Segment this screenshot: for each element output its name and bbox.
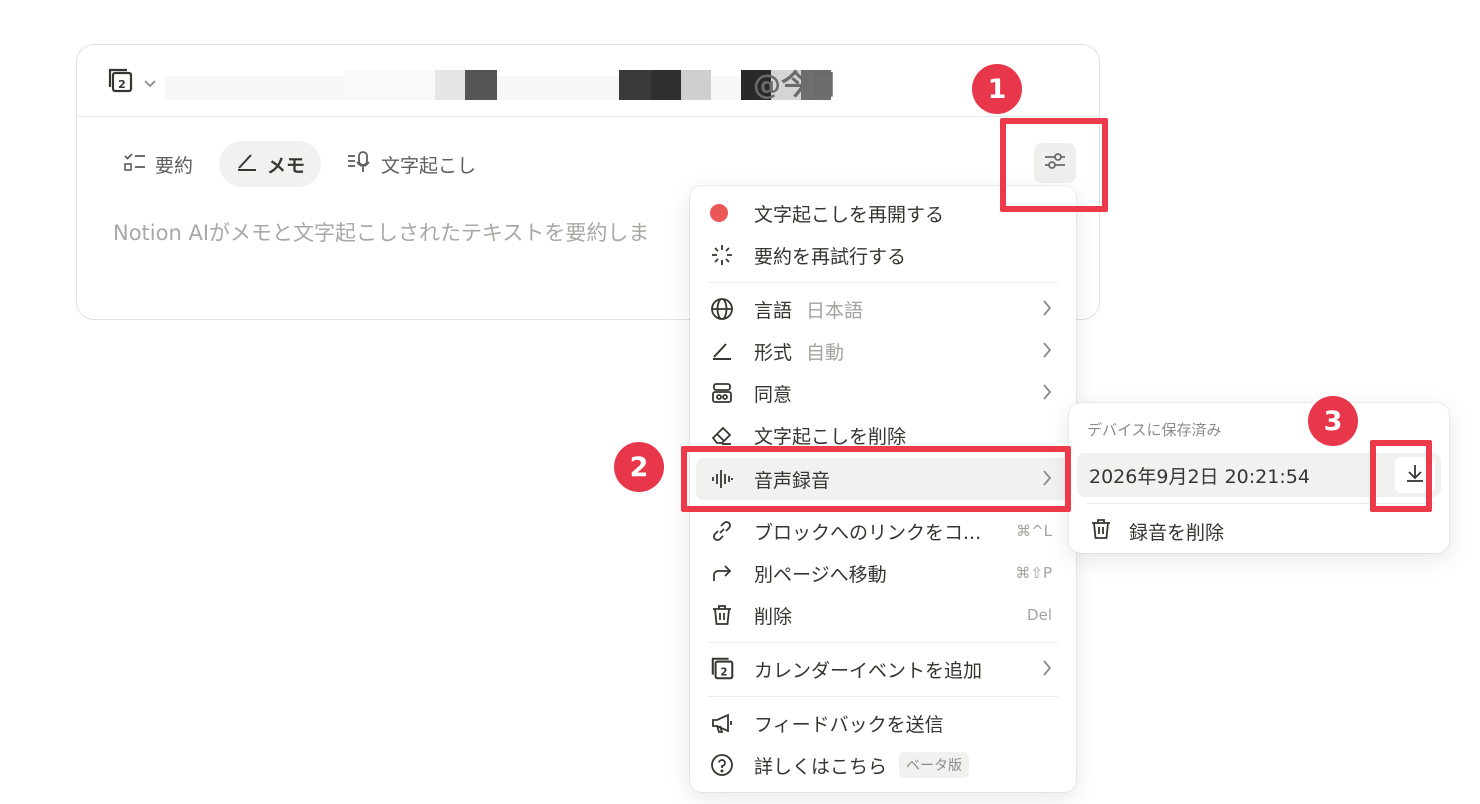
tab-memo-label: メモ	[267, 154, 306, 177]
highlight-box-download	[1370, 440, 1432, 512]
recording-timestamp: 2026年9月2日 20:21:54	[1089, 465, 1310, 488]
menu-item-learn-more[interactable]: 詳しくはこちら ベータ版	[696, 744, 1070, 786]
shortcut-label: Del	[1027, 606, 1052, 624]
svg-text:2: 2	[720, 668, 727, 679]
step-number-1: 1	[972, 64, 1022, 114]
delete-recording-label: 録音を削除	[1129, 521, 1225, 544]
redirect-arrow-icon	[710, 561, 740, 585]
tab-transcript-label: 文字起こし	[381, 154, 477, 177]
eraser-icon	[710, 423, 740, 447]
beta-badge: ベータ版	[899, 752, 970, 778]
delete-recording-button[interactable]: 録音を削除	[1089, 511, 1224, 551]
trash-icon	[710, 603, 740, 627]
menu-item-send-feedback[interactable]: フィードバックを送信	[696, 702, 1070, 744]
menu-item-retry-summary[interactable]: 要約を再試行する	[696, 234, 1070, 276]
menu-item-format[interactable]: 形式 自動	[696, 330, 1070, 372]
menu-item-consent[interactable]: 同意	[696, 372, 1070, 414]
chevron-right-icon	[1042, 341, 1052, 364]
menu-item-label: 形式	[754, 341, 793, 364]
menu-item-label: カレンダーイベントを追加	[754, 659, 983, 682]
step-number-3: 3	[1308, 396, 1358, 446]
megaphone-icon	[710, 711, 740, 735]
chevron-down-icon	[143, 74, 157, 93]
tab-bar: 要約 メモ 文字起こし	[107, 141, 492, 187]
calendar-menu-button[interactable]: 2	[107, 67, 157, 99]
menu-item-label: 同意	[754, 383, 793, 406]
menu-item-label: 削除	[754, 605, 793, 628]
pen-icon	[710, 340, 740, 362]
menu-divider	[708, 642, 1058, 643]
help-circle-icon	[710, 753, 740, 777]
menu-item-label: 言語	[754, 299, 793, 322]
tab-summary[interactable]: 要約	[107, 141, 209, 187]
transcript-mic-icon	[347, 150, 373, 179]
menu-item-label: 文字起こしを削除	[754, 425, 907, 448]
shortcut-label: ⌘⇧P	[1015, 564, 1052, 582]
globe-icon	[710, 297, 740, 321]
chevron-right-icon	[1042, 299, 1052, 322]
menu-item-copy-link[interactable]: ブロックへのリンクをコ... ⌘^L	[696, 510, 1070, 552]
shortcut-label: ⌘^L	[1016, 522, 1052, 540]
link-icon	[710, 519, 740, 543]
menu-item-label: 文字起こしを再開する	[754, 203, 945, 226]
language-value: 日本語	[806, 299, 864, 322]
menu-item-label: ブロックへのリンクをコ...	[754, 521, 982, 544]
tab-transcript[interactable]: 文字起こし	[331, 141, 492, 187]
consent-people-icon	[710, 381, 740, 405]
redacted-title	[165, 70, 831, 100]
menu-item-move-to[interactable]: 別ページへ移動 ⌘⇧P	[696, 552, 1070, 594]
menu-divider	[708, 282, 1058, 283]
format-value: 自動	[806, 341, 845, 364]
chevron-right-icon	[1042, 659, 1052, 682]
card-header: 2 @今日	[77, 45, 1099, 117]
menu-item-label: 詳しくはこちら	[754, 755, 888, 778]
trash-icon	[1089, 517, 1113, 546]
svg-text:2: 2	[118, 78, 126, 91]
calendar-icon: 2	[710, 656, 740, 682]
tab-summary-label: 要約	[155, 154, 194, 177]
record-dot-icon	[710, 204, 740, 222]
highlight-box-settings	[1000, 118, 1108, 212]
chevron-right-icon	[1042, 383, 1052, 406]
step-number-2: 2	[614, 442, 664, 492]
summary-placeholder: Notion AIがメモと文字起こしされたテキストを要約しま	[113, 221, 650, 245]
page-title: @今日	[753, 68, 838, 101]
sparkle-icon	[710, 243, 740, 267]
pen-icon	[235, 151, 259, 178]
submenu-title: デバイスに保存済み	[1087, 421, 1222, 439]
menu-item-label: 別ページへ移動	[754, 563, 887, 586]
calendar-icon: 2	[107, 67, 135, 99]
menu-item-label: 要約を再試行する	[754, 245, 907, 268]
highlight-box-audio-recording	[681, 446, 1071, 512]
menu-item-delete[interactable]: 削除 Del	[696, 594, 1070, 636]
menu-divider	[708, 696, 1058, 697]
menu-item-label: フィードバックを送信	[754, 713, 944, 736]
menu-item-language[interactable]: 言語 日本語	[696, 288, 1070, 330]
menu-item-add-calendar-event[interactable]: 2 カレンダーイベントを追加	[696, 648, 1070, 690]
checklist-icon	[123, 151, 147, 178]
tab-memo[interactable]: メモ	[219, 141, 322, 187]
